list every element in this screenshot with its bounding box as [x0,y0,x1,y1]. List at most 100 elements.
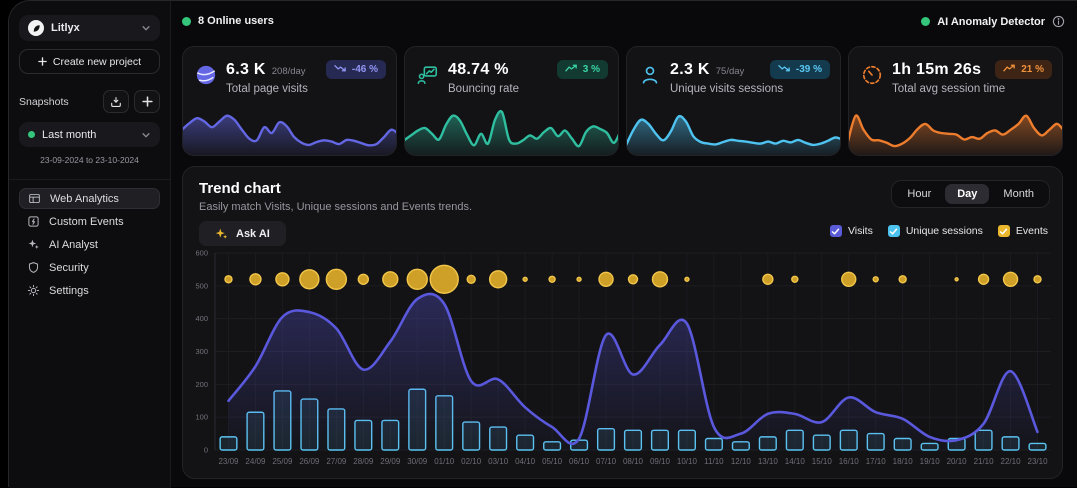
trend-up-icon [1003,63,1016,76]
ai-sparkle-icon [215,227,228,240]
gear-icon [27,284,40,297]
export-snapshot-button[interactable] [103,90,129,113]
trend-chart-title: Trend chart [199,180,281,197]
svg-text:500: 500 [195,281,208,290]
stat-per-day: 75/day [716,66,745,77]
sidebar-divider [9,179,170,180]
sidebar-item-custom-events[interactable]: Custom Events [19,211,160,232]
trend-down-icon [778,63,791,76]
legend-item-visits[interactable]: Visits [830,225,873,237]
unique-sessions-checkbox[interactable] [888,225,900,237]
add-snapshot-button[interactable] [134,90,160,113]
snapshot-period-select[interactable]: Last month [19,122,160,147]
svg-text:29/09: 29/09 [380,457,401,466]
stat-label: Bouncing rate [448,83,519,95]
stat-trend-badge: -46 % [326,60,386,79]
sidebar-item-label: Settings [49,285,89,297]
stat-value: 6.3 K [226,61,266,79]
snapshot-status-dot [28,131,35,138]
svg-text:23/10: 23/10 [1028,457,1049,466]
app-window: Litlyx Create new project Snapshots Last… [8,0,1077,487]
svg-text:24/09: 24/09 [245,457,266,466]
events-checkbox[interactable] [998,225,1010,237]
visits-checkbox[interactable] [830,225,842,237]
svg-text:26/09: 26/09 [299,457,320,466]
svg-text:03/10: 03/10 [488,457,509,466]
plus-icon [142,96,153,107]
legend-label: Events [1016,225,1048,237]
sidebar-item-settings[interactable]: Settings [19,280,160,301]
svg-text:400: 400 [195,314,208,323]
sidebar-item-security[interactable]: Security [19,257,160,278]
project-name: Litlyx [51,22,134,34]
sparkles-icon [27,238,40,251]
stat-sparkline [848,104,1063,156]
stat-card-total-page-visits: 6.3 K 208/day Total page visits -46 % [182,46,397,156]
info-icon[interactable] [1052,15,1065,28]
stat-trend-badge: 3 % [557,60,608,79]
svg-text:200: 200 [195,380,208,389]
event-bolt-icon [27,215,40,228]
tab-day[interactable]: Day [945,184,989,204]
stat-badge-value: -46 % [352,64,378,75]
sidebar-item-ai-analyst[interactable]: AI Analyst [19,234,160,255]
tab-hour[interactable]: Hour [895,184,943,204]
svg-text:17/10: 17/10 [866,457,887,466]
user-icon [639,64,661,86]
sidebar-item-label: Web Analytics [50,193,119,205]
anomaly-detector-label: AI Anomaly Detector [937,16,1045,28]
sidebar: Litlyx Create new project Snapshots Last… [9,1,171,488]
trend-chart-canvas: 010020030040050060023/0924/0925/0926/092… [187,243,1060,475]
project-selector[interactable]: Litlyx [19,15,160,41]
anomaly-detector-status: AI Anomaly Detector [921,15,1065,28]
svg-text:100: 100 [195,413,208,422]
chevron-down-icon [141,130,151,140]
online-status-dot [182,17,191,26]
browser-window-icon [28,192,41,205]
stat-trend-badge: 21 % [995,60,1052,79]
stat-per-day: 208/day [272,66,306,77]
stat-card-unique-sessions: 2.3 K 75/day Unique visits sessions -39 … [626,46,841,156]
svg-text:05/10: 05/10 [542,457,563,466]
svg-text:11/10: 11/10 [704,457,724,466]
stat-card-bouncing-rate: 48.74 % Bouncing rate 3 % [404,46,619,156]
stat-badge-value: -39 % [796,64,822,75]
tab-month[interactable]: Month [991,184,1046,204]
stat-sparkline [626,104,841,156]
shield-icon [27,261,40,274]
svg-text:20/10: 20/10 [947,457,968,466]
svg-text:14/10: 14/10 [785,457,806,466]
main-content: 8 Online users AI Anomaly Detector 6.3 K… [173,1,1077,487]
sidebar-item-label: AI Analyst [49,239,98,251]
ask-ai-label: Ask AI [236,228,270,240]
stat-sparkline [182,104,397,156]
trend-down-icon [334,63,347,76]
create-project-label: Create new project [53,56,141,68]
stat-label: Total page visits [226,83,308,95]
svg-text:01/10: 01/10 [434,457,455,466]
anomaly-status-dot [921,17,930,26]
sidebar-item-web-analytics[interactable]: Web Analytics [19,188,160,209]
bounce-rate-icon [417,64,439,86]
litlyx-logo-icon [28,20,44,36]
online-users-status: 8 Online users [182,15,274,27]
svg-text:25/09: 25/09 [272,457,293,466]
chart-legend: Visits Unique sessions Events [830,225,1048,237]
svg-text:04/10: 04/10 [515,457,536,466]
stat-card-avg-session-time: 1h 15m 26s Total avg session time 21 % [848,46,1063,156]
trend-up-icon [565,63,578,76]
svg-text:18/10: 18/10 [893,457,914,466]
stat-trend-badge: -39 % [770,60,830,79]
legend-label: Unique sessions [906,225,983,237]
create-project-button[interactable]: Create new project [19,49,160,74]
legend-item-events[interactable]: Events [998,225,1048,237]
svg-text:27/09: 27/09 [326,457,347,466]
svg-text:19/10: 19/10 [920,457,941,466]
stat-label: Total avg session time [892,83,1005,95]
sidebar-item-label: Security [49,262,89,274]
svg-text:06/10: 06/10 [569,457,590,466]
trend-chart-card: Trend chart Easily match Visits, Unique … [182,166,1063,479]
snapshots-label: Snapshots [19,96,98,108]
svg-text:08/10: 08/10 [623,457,644,466]
legend-item-unique-sessions[interactable]: Unique sessions [888,225,983,237]
